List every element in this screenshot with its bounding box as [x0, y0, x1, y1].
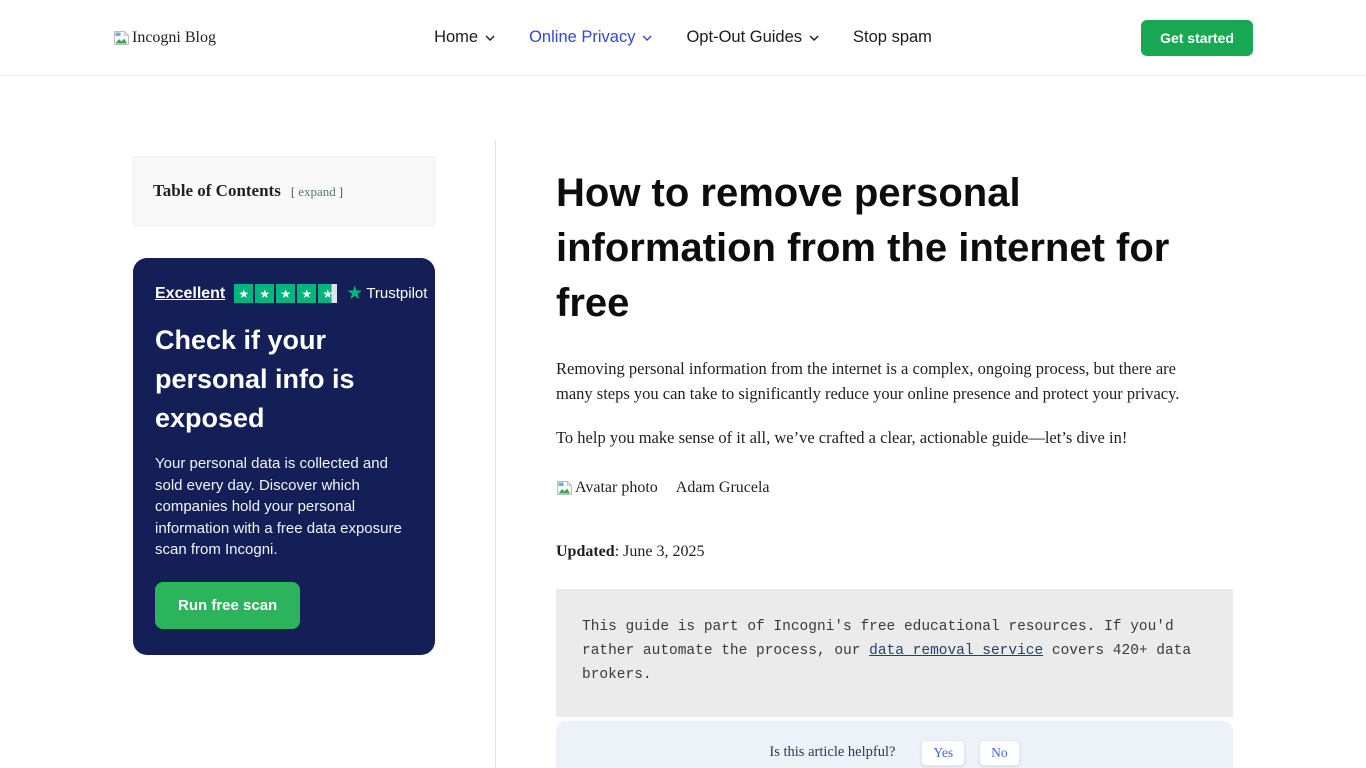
article-paragraph: To help you make sense of it all, we’ve …: [556, 428, 1128, 447]
article-paragraph: Removing personal information from the i…: [556, 359, 1180, 403]
main-nav: Home Online Privacy Opt-Out Guides Stop …: [434, 0, 932, 75]
trustpilot-stars: ★ ★ ★ ★ ★: [234, 284, 338, 303]
run-free-scan-button[interactable]: Run free scan: [155, 581, 301, 629]
nav-opt-out-guides-label: Opt-Out Guides: [686, 28, 803, 46]
star-icon: ★: [276, 284, 296, 303]
nav-item-stop-spam[interactable]: Stop spam: [853, 28, 932, 47]
chevron-down-icon: [809, 33, 819, 43]
toc-expand-control: [expand]: [291, 184, 343, 200]
logo-text: Incogni Blog: [132, 28, 216, 46]
nav-online-privacy-label: Online Privacy: [529, 28, 636, 46]
nav-item-opt-out-guides[interactable]: Opt-Out Guides: [686, 28, 819, 47]
star-icon: ★: [234, 284, 254, 303]
avatar: Avatar photo: [556, 479, 658, 497]
get-started-button[interactable]: Get started: [1141, 19, 1253, 56]
avatar-alt-text: Avatar photo: [575, 478, 658, 496]
author-name[interactable]: Adam Grucela: [676, 479, 770, 497]
nav-home-label: Home: [434, 28, 479, 46]
article-feedback-bar: Is this article helpful? Yes No: [556, 720, 1233, 768]
broken-image-icon: [113, 30, 130, 46]
updated-label: Updated: [556, 542, 615, 560]
nav-item-home[interactable]: Home: [434, 28, 495, 47]
promo-heading: Check if your personal info is exposed: [155, 325, 355, 433]
logo[interactable]: Incogni Blog: [113, 29, 216, 47]
nav-item-online-privacy[interactable]: Online Privacy: [529, 28, 652, 47]
trustpilot-star-icon: ★: [346, 283, 364, 304]
star-icon: ★: [297, 284, 317, 303]
toc-title: Table of Contents: [153, 181, 281, 200]
article-main: How to remove personal information from …: [495, 140, 1233, 768]
data-removal-service-link[interactable]: data removal service: [869, 643, 1043, 659]
broken-image-icon: [556, 480, 573, 496]
promo-body-text: Your personal data is collected and sold…: [155, 455, 402, 558]
star-icon: ★: [255, 284, 275, 303]
updated-value: : June 3, 2025: [614, 542, 705, 560]
editorial-note-box: This guide is part of Incogni's free edu…: [556, 588, 1233, 717]
trustpilot-rating-row: Excellent ★ ★ ★ ★ ★ ★ Trustpilot: [155, 284, 427, 303]
promo-card: Excellent ★ ★ ★ ★ ★ ★ Trustpilot Check i…: [133, 258, 435, 655]
trustpilot-wordmark: Trustpilot: [366, 285, 428, 302]
top-navigation-bar: Incogni Blog Home Online Privacy Opt-Out…: [0, 0, 1366, 76]
feedback-question: Is this article helpful?: [769, 744, 896, 760]
chevron-down-icon: [485, 33, 495, 43]
trustpilot-rating-label[interactable]: Excellent: [155, 285, 225, 303]
page-title: How to remove personal information from …: [556, 171, 1170, 325]
chevron-down-icon: [642, 33, 652, 43]
nav-stop-spam-label: Stop spam: [853, 28, 932, 46]
page-body: Table of Contents [expand] Excellent ★ ★…: [0, 140, 1366, 768]
toc-expand-link[interactable]: expand: [295, 184, 339, 199]
feedback-yes-button[interactable]: Yes: [921, 739, 966, 766]
feedback-no-button[interactable]: No: [979, 739, 1020, 766]
star-icon-partial: ★: [318, 284, 338, 303]
table-of-contents-box: Table of Contents [expand]: [133, 156, 435, 226]
toc-bracket-close: ]: [338, 184, 344, 199]
updated-date-line: Updated: June 3, 2025: [556, 543, 1233, 561]
sidebar: Table of Contents [expand] Excellent ★ ★…: [133, 140, 435, 655]
author-byline: Avatar photo Adam Grucela: [556, 479, 1233, 497]
trustpilot-logo: ★ Trustpilot: [346, 284, 427, 303]
